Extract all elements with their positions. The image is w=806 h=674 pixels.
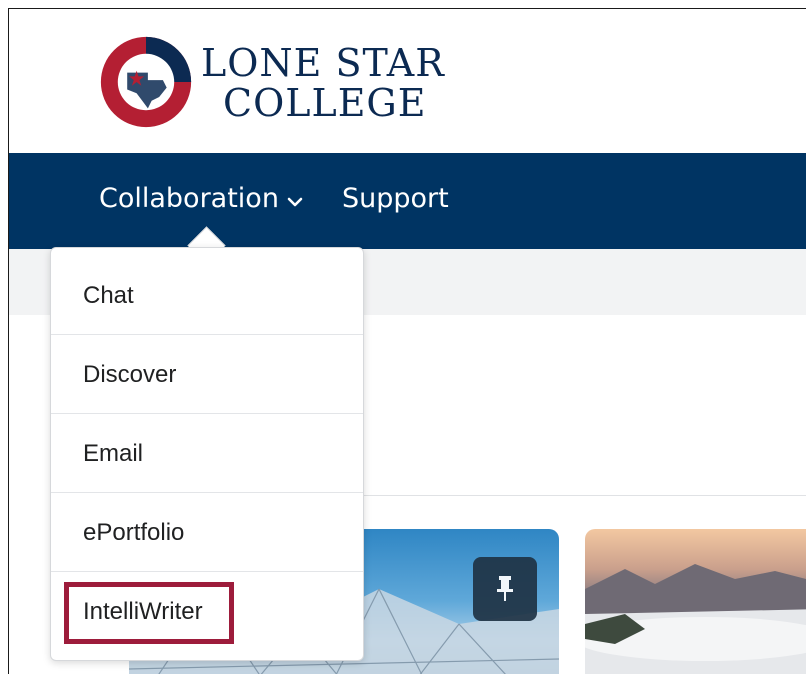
college-wordmark[interactable]: LONE STAR COLLEGE <box>201 43 445 123</box>
menu-item-email[interactable]: Email <box>51 414 363 493</box>
highlight-box <box>64 582 234 644</box>
mountain-lake-image <box>585 564 806 674</box>
pin-button[interactable] <box>473 557 537 621</box>
browser-content: LONE STAR COLLEGE Collaboration Support <box>8 8 806 674</box>
menu-item-chat[interactable]: Chat <box>51 256 363 335</box>
site-header: LONE STAR COLLEGE <box>9 9 806 153</box>
nav-collaboration[interactable]: Collaboration <box>99 183 303 215</box>
chevron-down-icon <box>287 184 303 215</box>
menu-item-eportfolio[interactable]: ePortfolio <box>51 493 363 572</box>
menu-item-discover[interactable]: Discover <box>51 335 363 414</box>
lone-star-college-seal-icon <box>100 36 192 128</box>
course-card-image-2[interactable] <box>585 529 806 674</box>
nav-support-label: Support <box>342 183 449 214</box>
nav-collaboration-label: Collaboration <box>99 183 279 214</box>
wordmark-line2: COLLEGE <box>223 81 427 125</box>
wordmark-line1: LONE STAR <box>201 41 445 85</box>
main-navbar: Collaboration Support <box>9 153 806 249</box>
nav-support[interactable]: Support <box>342 183 449 214</box>
pin-icon <box>497 576 513 601</box>
